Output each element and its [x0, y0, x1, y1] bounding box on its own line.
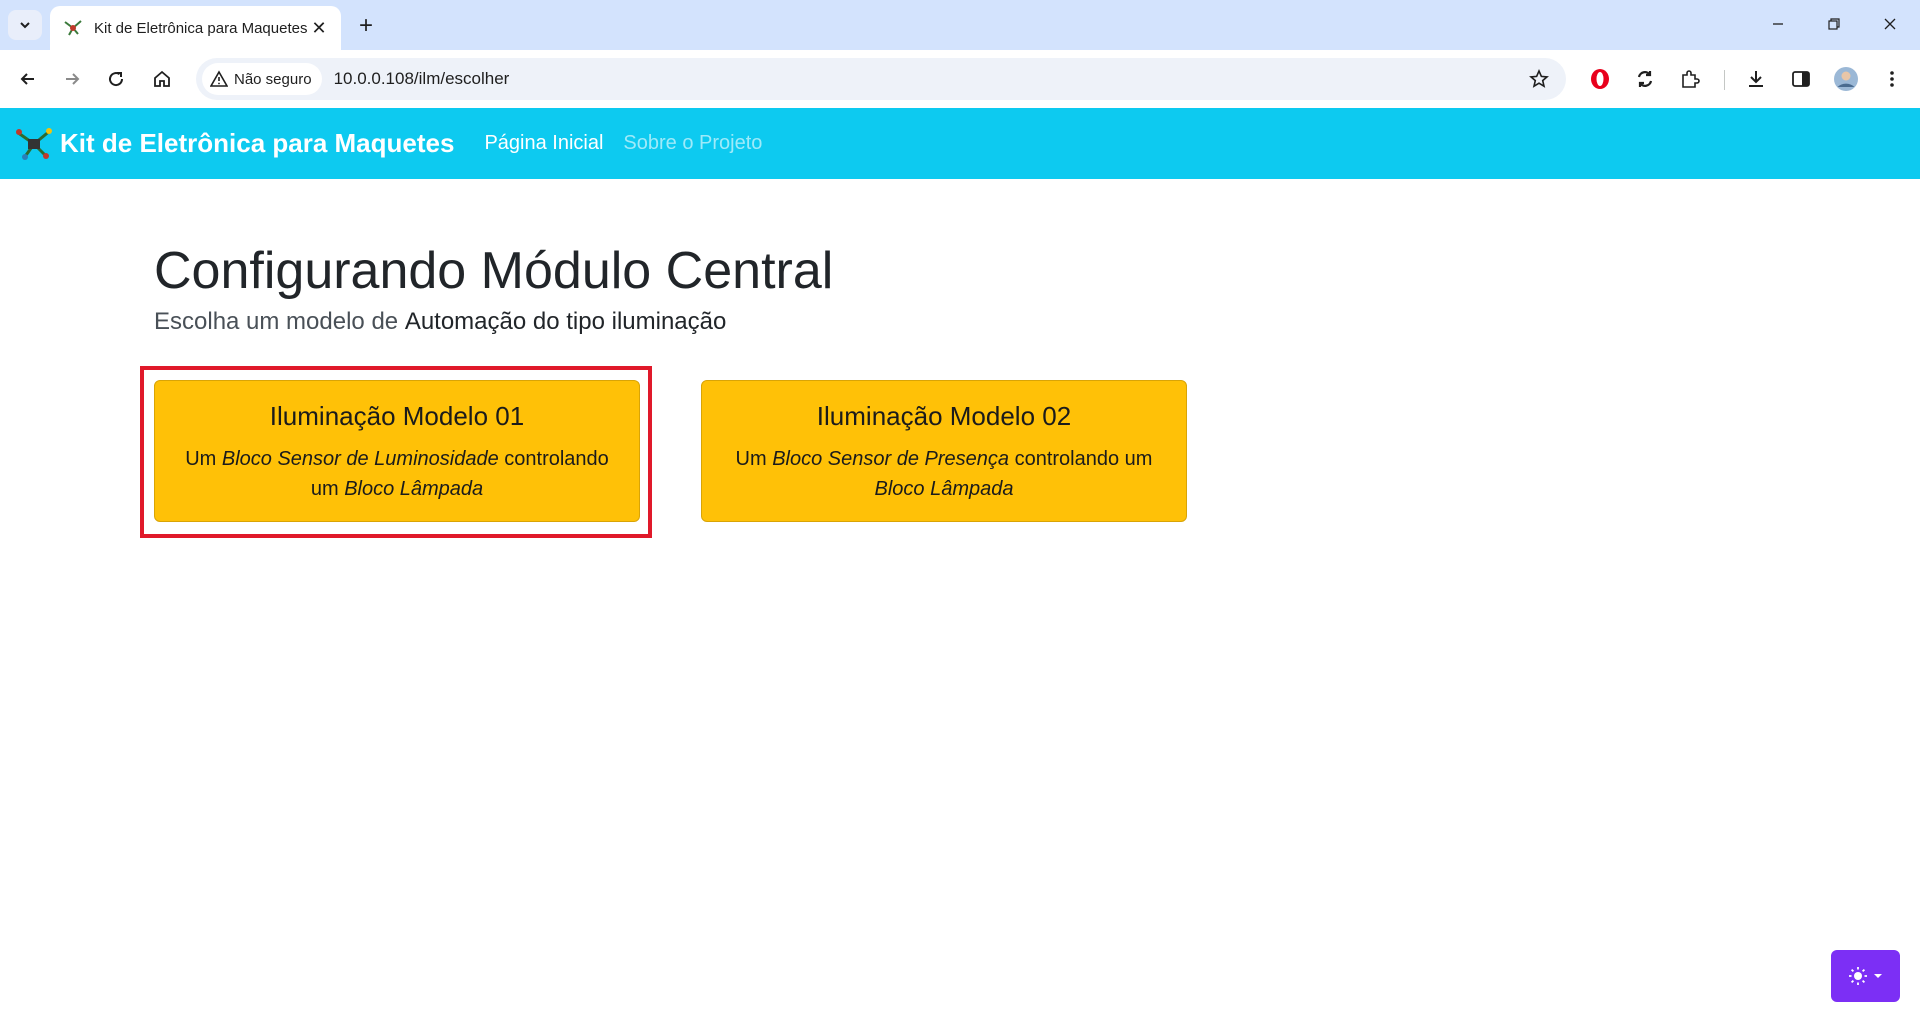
card-description: Um Bloco Sensor de Luminosidade controla… [155, 444, 639, 504]
model-card-01[interactable]: Iluminação Modelo 01 Um Bloco Sensor de … [154, 380, 640, 522]
lead-prefix: Escolha um modelo de [154, 308, 399, 336]
nav-link-home[interactable]: Página Inicial [484, 132, 603, 155]
url-text[interactable]: 10.0.0.108/ilm/escolher [334, 69, 510, 89]
brand-logo-icon [14, 126, 54, 162]
browser-tab-active[interactable]: Kit de Eletrônica para Maquetes ✕ [50, 6, 341, 50]
download-icon [1749, 71, 1763, 87]
warning-icon [210, 70, 228, 87]
model-cards: Iluminação Modelo 01 Um Bloco Sensor de … [140, 366, 1254, 538]
extensions-button[interactable] [1674, 63, 1706, 95]
card-desc-lamp: Bloco Lâmpada [344, 478, 484, 500]
security-chip[interactable]: Não seguro [202, 63, 322, 95]
page-title: Configurando Módulo Central [154, 242, 834, 300]
card-title: Iluminação Modelo 01 [269, 401, 525, 431]
profile-button[interactable] [1830, 63, 1862, 95]
page-lead: Escolha um modelo de Automação do tipo i… [154, 308, 1354, 336]
card-desc-sensor: Bloco Sensor de Presença [772, 448, 1010, 470]
minimize-button[interactable] [1758, 8, 1798, 40]
tab-search-button[interactable] [8, 10, 42, 40]
new-tab-button[interactable]: + [352, 12, 380, 40]
toolbar-divider [1724, 70, 1725, 90]
nav-link-about[interactable]: Sobre o Projeto [623, 132, 762, 155]
lead-emphasis: Automação do tipo iluminação [404, 308, 727, 336]
card-desc-lamp: Bloco Lâmpada [874, 478, 1014, 500]
close-window-button[interactable] [1870, 8, 1910, 40]
brand-title: Kit de Eletrônica para Maquetes [60, 128, 455, 158]
avatar [1834, 67, 1858, 91]
side-panel-icon [1792, 71, 1810, 87]
model-card-02[interactable]: Iluminação Modelo 02 Um Bloco Sensor de … [701, 380, 1187, 522]
tab-title: Kit de Eletrônica para Maquetes [94, 19, 307, 37]
card-desc-sensor: Bloco Sensor de Luminosidade [221, 448, 499, 470]
site-favicon-icon [62, 17, 84, 39]
security-label: Não seguro [234, 70, 312, 88]
opera-icon [1591, 69, 1609, 89]
main-content: Configurando Módulo Central Escolha um m… [140, 240, 1354, 538]
forward-button[interactable] [56, 63, 88, 95]
sun-icon [1848, 967, 1867, 985]
browser-toolbar: Não seguro 10.0.0.108/ilm/escolher [0, 50, 1920, 108]
browser-menu-button[interactable] [1876, 63, 1908, 95]
minimize-icon [1773, 23, 1783, 25]
caret-down-icon [1873, 974, 1882, 978]
arrow-right-icon [66, 73, 80, 85]
puzzle-icon [1682, 70, 1700, 88]
chevron-down-icon [20, 22, 30, 29]
arrow-left-icon [20, 73, 34, 85]
back-button[interactable] [12, 63, 44, 95]
close-icon [1884, 18, 1896, 30]
reload-icon [109, 72, 124, 87]
site-navbar: Kit de Eletrônica para Maquetes Página I… [0, 108, 1920, 179]
navbar-brand[interactable]: Kit de Eletrônica para Maquetes [14, 126, 454, 162]
restore-icon [1828, 18, 1840, 30]
opera-extension-button[interactable] [1584, 63, 1616, 95]
side-panel-button[interactable] [1785, 63, 1817, 95]
card-desc-text: Um [735, 448, 767, 470]
card-title: Iluminação Modelo 02 [816, 401, 1072, 431]
home-button[interactable] [146, 63, 178, 95]
restore-button[interactable] [1814, 8, 1854, 40]
card-description: Um Bloco Sensor de Presença controlando … [702, 444, 1186, 504]
bookmark-button[interactable] [1526, 66, 1552, 92]
sync-extension-button[interactable] [1629, 63, 1661, 95]
browser-tab-bar: Kit de Eletrônica para Maquetes ✕ + [0, 0, 1920, 50]
card-desc-text: controlando um [1014, 448, 1153, 470]
theme-toggle-button[interactable] [1831, 950, 1900, 1002]
home-icon [154, 70, 170, 87]
close-tab-icon[interactable]: ✕ [307, 16, 331, 40]
address-bar[interactable]: Não seguro 10.0.0.108/ilm/escolher [196, 58, 1566, 100]
reload-button[interactable] [100, 63, 132, 95]
more-vert-icon [1890, 71, 1894, 87]
star-icon [1529, 69, 1549, 88]
card-desc-text: Um [185, 448, 217, 470]
sync-icon [1637, 71, 1653, 87]
downloads-button[interactable] [1740, 63, 1772, 95]
